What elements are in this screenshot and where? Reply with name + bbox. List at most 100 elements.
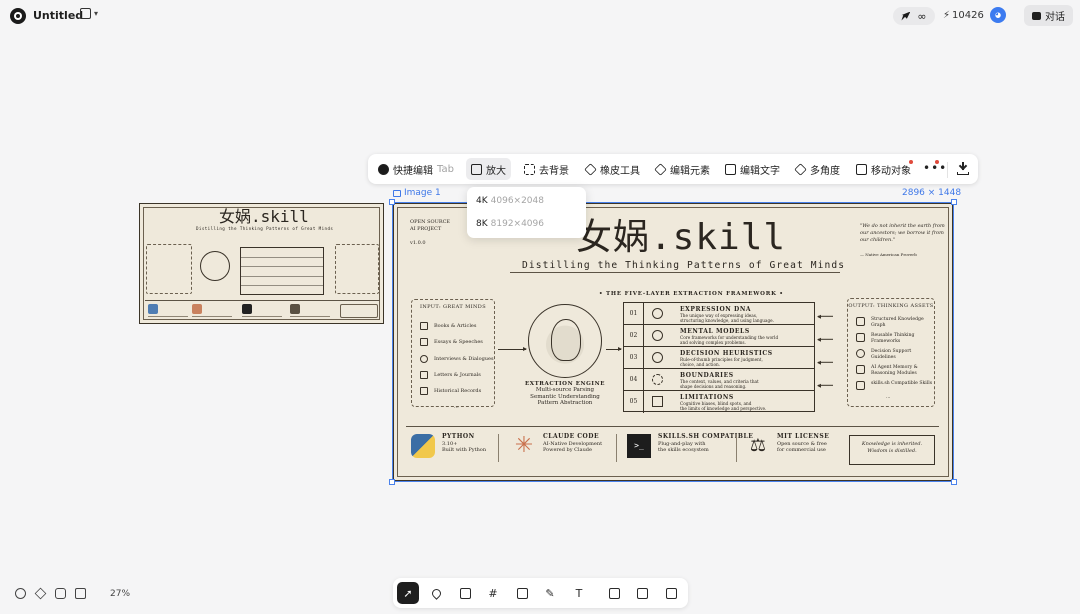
hd-icon [471, 163, 482, 175]
eraser-button[interactable]: 橡皮工具 [580, 158, 645, 180]
quick-edit-button[interactable]: 快捷编辑 Tab [373, 158, 459, 180]
image-name-label[interactable]: Image 1 [393, 188, 441, 198]
assets-icon[interactable] [55, 588, 66, 599]
toolbar-divider [947, 162, 948, 178]
frame-plus-icon [665, 587, 677, 599]
select-tool-button[interactable]: ➚ [397, 582, 419, 604]
new-badge-dot [935, 160, 939, 164]
app-logo-icon[interactable] [10, 8, 26, 24]
thumbnail-engine-circle [200, 251, 230, 281]
eraser-icon [584, 162, 597, 176]
image-generate-button[interactable] [603, 582, 625, 604]
chat-bubble-icon [1032, 11, 1041, 20]
image-name: Image 1 [404, 188, 441, 198]
upscale-option-4k[interactable]: 4K 4096×2048 [476, 195, 544, 207]
thumbnail-layer-table [240, 247, 324, 295]
text-edit-icon [725, 163, 736, 175]
canvas-tools: ➚ # ✎ T [393, 578, 688, 608]
hash-icon: # [488, 586, 498, 600]
layers-icon[interactable] [34, 587, 47, 600]
thumbnail-feature [192, 304, 232, 318]
resize-handle-top-right[interactable] [951, 199, 957, 205]
image-tool-button[interactable] [454, 582, 476, 604]
thumbnail-output-box [335, 244, 379, 294]
quick-edit-icon [378, 163, 389, 175]
thumbnail-subtitle: Distilling the Thinking Patterns of Grea… [196, 226, 334, 231]
pen-tool-button[interactable]: ✎ [539, 582, 561, 604]
eraser-label: 橡皮工具 [600, 165, 640, 177]
image-toolbar: 快捷编辑 Tab 放大 去背景 橡皮工具 编辑元素 编辑文字 多角度 移动对象 [368, 154, 978, 184]
download-icon[interactable] [957, 161, 969, 175]
thumbnail-divider [145, 300, 380, 301]
video-plus-icon [636, 587, 648, 599]
pin-icon [429, 586, 443, 600]
multi-angle-label: 多角度 [810, 165, 840, 177]
image-dimensions: 2896 × 1448 [902, 188, 962, 198]
thumbnail-motto-box [340, 304, 378, 318]
option-size: 8192×4096 [490, 219, 544, 229]
document-icon [80, 8, 91, 19]
image-plus-icon [608, 587, 620, 599]
move-object-icon [856, 163, 867, 175]
thumbnail-feature [242, 304, 282, 318]
upscale-option-8k[interactable]: 8K 8192×4096 [476, 218, 544, 230]
thumbnail-feature [148, 304, 188, 318]
library-icon[interactable] [75, 588, 86, 599]
zoom-level[interactable]: 27% [110, 588, 130, 600]
new-badge-dot [909, 160, 913, 164]
frame-tool-button[interactable]: # [482, 582, 504, 604]
selection-frame[interactable] [392, 202, 954, 482]
text-icon: T [575, 586, 583, 600]
thumbnail-title: 女娲.skill [219, 207, 309, 226]
lightning-icon: ⚡ [943, 10, 951, 21]
thumbnail-feature [290, 304, 330, 318]
document-title[interactable]: Untitled [33, 8, 83, 24]
option-label: 8K [476, 219, 488, 229]
plan-badge[interactable]: ∞ [893, 7, 935, 25]
credits-value: 10426 [952, 10, 984, 21]
remove-background-label: 去背景 [539, 165, 569, 177]
poster-thumbnail[interactable]: 女娲.skill Distilling the Thinking Pattern… [139, 203, 384, 324]
resize-handle-top-left[interactable] [389, 199, 395, 205]
circle-icon[interactable] [15, 588, 26, 599]
cursor-icon: ➚ [403, 586, 413, 600]
user-avatar[interactable]: ◕ [990, 7, 1006, 23]
cube-icon [794, 162, 807, 176]
pin-tool-button[interactable] [425, 582, 447, 604]
option-label: 4K [476, 196, 488, 206]
pen-icon: ✎ [545, 586, 555, 600]
option-size: 4096×2048 [490, 196, 544, 206]
edit-elements-button[interactable]: 编辑元素 [650, 158, 715, 180]
credits-counter[interactable]: ⚡ 10426 [943, 8, 984, 24]
chat-button[interactable]: 对话 [1024, 5, 1073, 26]
top-bar: Untitled ▾ ∞ ⚡ 10426 ◕ 对话 [0, 0, 1080, 32]
thumbnail-input-box [146, 244, 192, 294]
infinity-icon: ∞ [917, 9, 927, 23]
multi-angle-button[interactable]: 多角度 [790, 158, 845, 180]
video-generate-button[interactable] [631, 582, 653, 604]
rocket-icon [901, 11, 911, 21]
resize-handle-bottom-left[interactable] [389, 479, 395, 485]
remove-background-button[interactable]: 去背景 [519, 158, 574, 180]
resize-handle-bottom-right[interactable] [951, 479, 957, 485]
image-icon [393, 189, 401, 197]
text-tool-button[interactable]: T [568, 582, 590, 604]
image-icon [459, 587, 471, 599]
document-menu-button[interactable]: ▾ [80, 8, 98, 19]
edit-text-button[interactable]: 编辑文字 [720, 158, 785, 180]
upscale-dropdown: 4K 4096×2048 8K 8192×4096 [467, 187, 586, 238]
square-icon [516, 587, 528, 599]
move-object-label: 移动对象 [871, 165, 911, 177]
add-frame-button[interactable] [660, 582, 682, 604]
quick-edit-label: 快捷编辑 [393, 165, 433, 177]
remove-background-icon [524, 163, 535, 175]
upscale-button[interactable]: 放大 [466, 158, 511, 180]
chevron-down-icon: ▾ [94, 9, 99, 18]
chat-button-label: 对话 [1045, 12, 1065, 23]
edit-text-label: 编辑文字 [740, 165, 780, 177]
layers-icon [654, 162, 667, 176]
move-object-button[interactable]: 移动对象 [851, 158, 916, 180]
shape-tool-button[interactable] [511, 582, 533, 604]
quick-edit-shortcut: Tab [437, 163, 454, 175]
upscale-label: 放大 [486, 165, 506, 177]
